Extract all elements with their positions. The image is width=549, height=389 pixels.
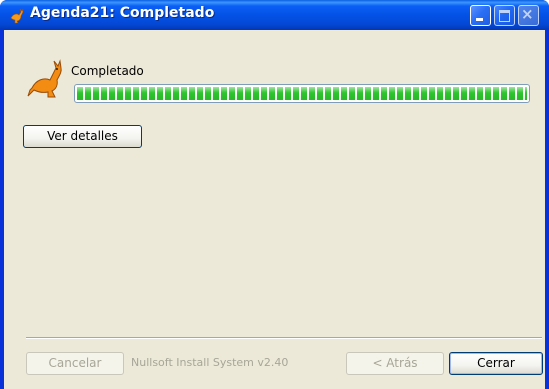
close-icon: × <box>521 5 534 23</box>
maximize-button <box>494 5 515 26</box>
maximize-icon <box>499 10 510 22</box>
kangaroo-icon <box>10 8 24 24</box>
close-button[interactable]: Cerrar <box>449 352 543 375</box>
footer-separator <box>26 337 542 339</box>
close-window-button: × <box>518 5 539 26</box>
installer-window: Agenda21: Completado × Completado Ver de… <box>0 0 549 389</box>
minimize-button[interactable] <box>470 5 491 26</box>
progress-bar <box>74 84 530 103</box>
kangaroo-logo-icon <box>27 59 62 98</box>
progress-fill <box>77 87 527 100</box>
cancel-button: Cancelar <box>26 352 124 375</box>
show-details-button[interactable]: Ver detalles <box>23 125 142 148</box>
back-button: < Atrás <box>346 352 444 375</box>
minimize-icon <box>476 18 483 21</box>
branding-text: Nullsoft Install System v2.40 <box>131 356 293 369</box>
title-bar[interactable]: Agenda21: Completado × <box>0 0 549 30</box>
status-label: Completado <box>71 64 144 78</box>
window-title: Agenda21: Completado <box>30 5 215 21</box>
installer-content: Completado Ver detalles Cancelar Nullsof… <box>4 30 545 389</box>
